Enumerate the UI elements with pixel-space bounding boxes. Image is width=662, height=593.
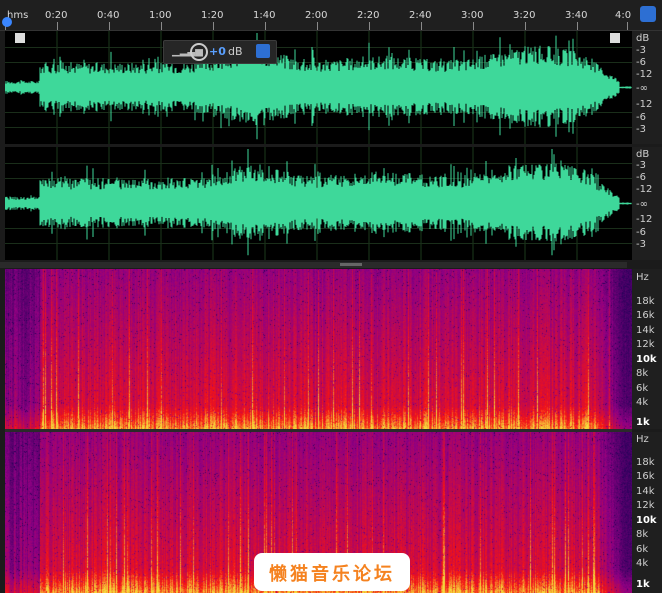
hz-label: 8k [636, 529, 649, 540]
waveform-channel-left[interactable] [5, 31, 632, 144]
db-label: dB [636, 149, 650, 160]
ruler-tick-mark [577, 22, 578, 30]
hz-label: 14k [636, 325, 655, 336]
ruler-tick-label: 4:0 [615, 10, 632, 21]
spectrogram-channel-left[interactable] [5, 269, 632, 429]
hz-label: 10k [636, 354, 657, 365]
db-label: -12 [636, 214, 653, 225]
ruler-tick-mark [213, 22, 214, 30]
hz-label: 18k [636, 296, 655, 307]
hz-label: Hz [636, 272, 649, 283]
ruler-tick-label: 0:20 [45, 10, 68, 21]
waveform-right-graphic [5, 147, 632, 260]
ruler-tick-label: 1:40 [253, 10, 276, 21]
db-label: dB [636, 33, 650, 44]
hz-label: 12k [636, 339, 655, 350]
hz-scale-right: Hz 18k 16k 14k 12k 10k 8k 6k 4k 1k [632, 432, 662, 593]
headphone-icon[interactable] [640, 6, 656, 22]
ruler-tick-mark [473, 22, 474, 30]
hz-label: 10k [636, 515, 657, 526]
db-label: -12 [636, 99, 653, 110]
db-label: -12 [636, 69, 653, 80]
gain-value: +0 [209, 45, 226, 58]
db-label: -3 [636, 239, 646, 250]
ruler-tick-label: 2:00 [305, 10, 328, 21]
view-splitter[interactable] [0, 262, 627, 268]
db-label: -6 [636, 172, 646, 183]
watermark-text: 懒猫音乐论坛 [269, 564, 395, 585]
ruler-tick-mark [525, 22, 526, 30]
ruler-tick-mark [369, 22, 370, 30]
db-label: -3 [636, 45, 646, 56]
hz-label: 16k [636, 310, 655, 321]
hz-label: 4k [636, 397, 649, 408]
hz-label: 8k [636, 368, 649, 379]
fade-out-handle[interactable] [610, 33, 620, 43]
db-label: -6 [636, 57, 646, 68]
ruler-tick-label: 0:40 [97, 10, 120, 21]
hz-label: 16k [636, 471, 655, 482]
db-scale-left: dB -3 -6 -12 -∞ -12 -6 -3 [632, 31, 662, 144]
fade-in-handle[interactable] [15, 33, 25, 43]
gain-knob-icon[interactable] [190, 43, 208, 61]
hz-label: 1k [636, 579, 650, 590]
ruler-tick-mark [161, 22, 162, 30]
db-label: -12 [636, 184, 653, 195]
playhead-marker[interactable] [2, 17, 12, 27]
ruler-tick-label: 2:20 [357, 10, 380, 21]
ruler-tick-mark [57, 22, 58, 30]
hz-label: 6k [636, 383, 649, 394]
forum-watermark: 懒猫音乐论坛 [254, 553, 410, 591]
hz-label: 14k [636, 486, 655, 497]
ruler-tick-mark [421, 22, 422, 30]
hz-label: 12k [636, 500, 655, 511]
db-label: -∞ [636, 83, 648, 94]
gain-hud[interactable]: ▁▂▃▅ +0 dB [163, 40, 277, 64]
db-label: -∞ [636, 199, 648, 210]
ruler-tick-mark [627, 22, 628, 30]
ruler-tick-label: 1:20 [201, 10, 224, 21]
hz-label: Hz [636, 434, 649, 445]
hz-scale-left: Hz 18k 16k 14k 12k 10k 8k 6k 4k 1k [632, 269, 662, 429]
ruler-tick-label: 2:40 [409, 10, 432, 21]
ruler-tick-label: 3:00 [461, 10, 484, 21]
ruler-tick-label: 1:00 [149, 10, 172, 21]
ruler-tick-mark [265, 22, 266, 30]
db-label: -3 [636, 160, 646, 171]
waveform-channel-right[interactable] [5, 147, 632, 260]
db-label: -3 [636, 124, 646, 135]
ruler-tick-label: 3:40 [565, 10, 588, 21]
waveform-left-graphic [5, 31, 632, 144]
db-scale-right: dB -3 -6 -12 -∞ -12 -6 -3 [632, 147, 662, 260]
hz-label: 6k [636, 544, 649, 555]
spectrogram-left-graphic [5, 269, 632, 429]
gain-unit: dB [228, 45, 243, 58]
pin-icon[interactable] [256, 44, 270, 58]
time-ruler[interactable]: hms 0:20 0:40 1:00 1:20 1:40 2:00 2:20 2:40 3:00 3… [0, 0, 662, 31]
ruler-tick-mark [317, 22, 318, 30]
ruler-tick-label: 3:20 [513, 10, 536, 21]
hz-label: 18k [636, 457, 655, 468]
db-label: -6 [636, 112, 646, 123]
hz-label: 4k [636, 558, 649, 569]
hz-label: 1k [636, 417, 650, 428]
ruler-tick-mark [109, 22, 110, 30]
splitter-grip-icon [340, 263, 362, 266]
db-label: -6 [636, 227, 646, 238]
